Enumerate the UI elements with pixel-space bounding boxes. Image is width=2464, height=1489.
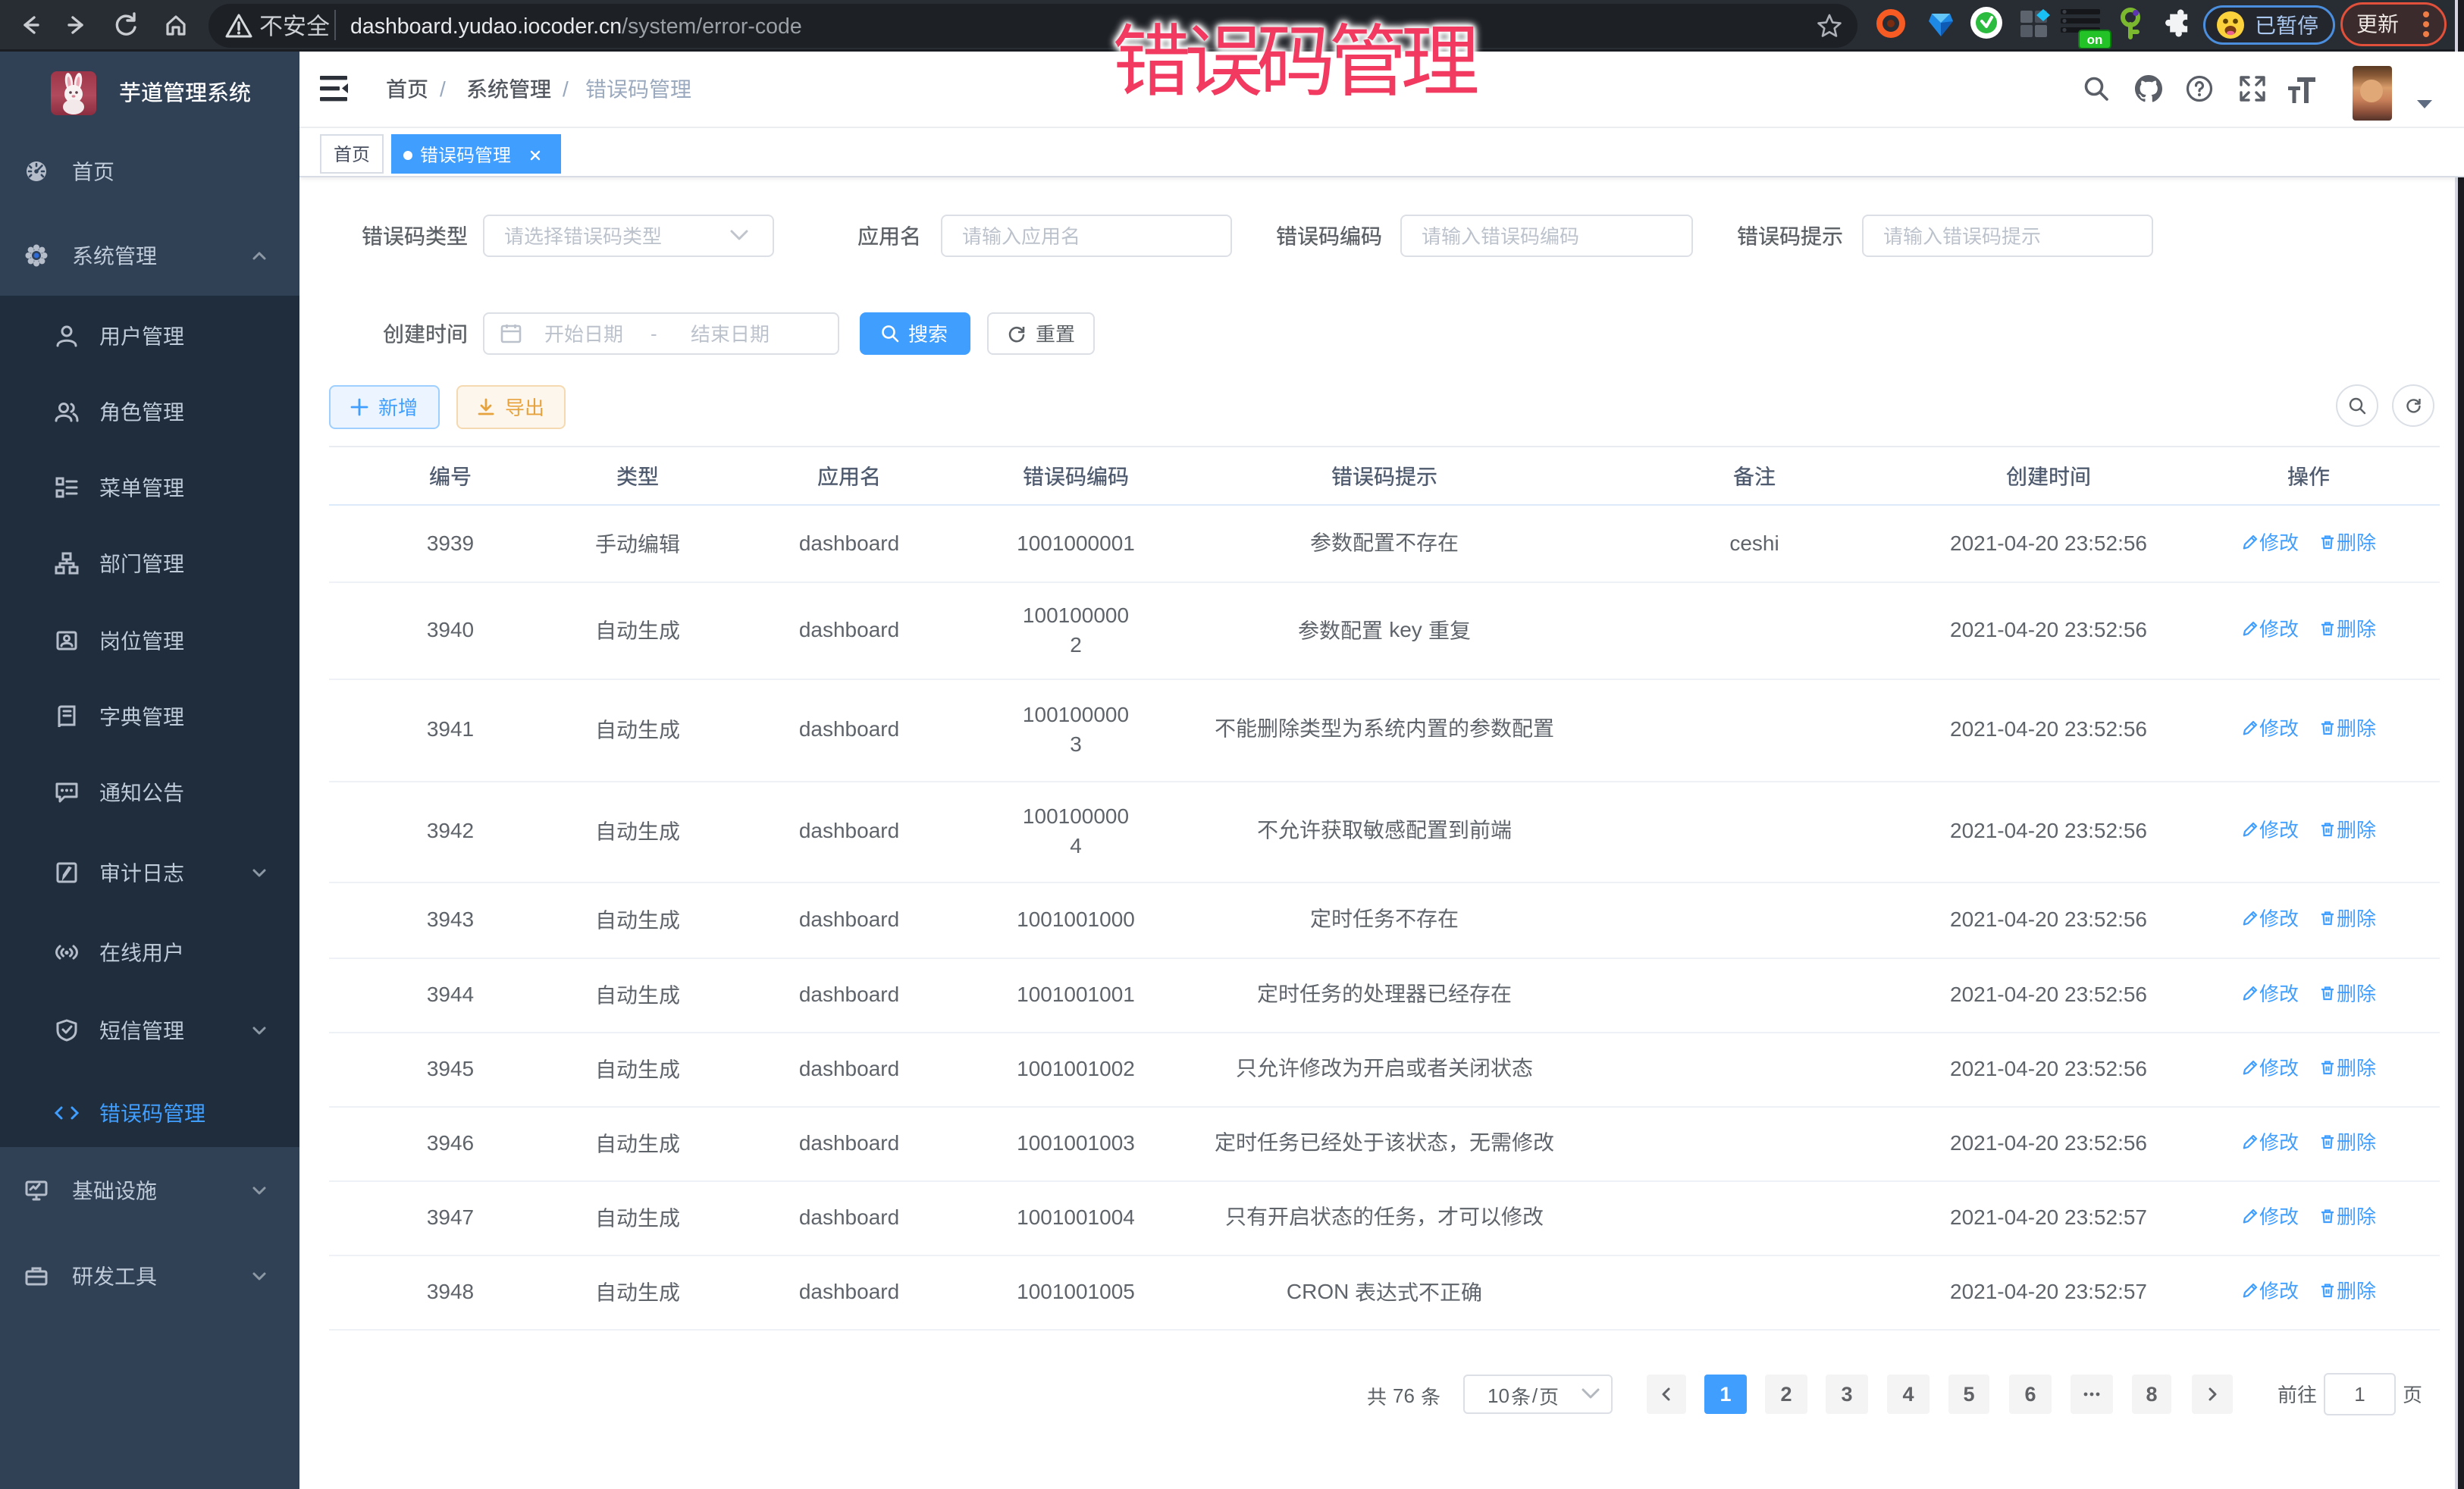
svg-text:on: on bbox=[2087, 33, 2103, 47]
